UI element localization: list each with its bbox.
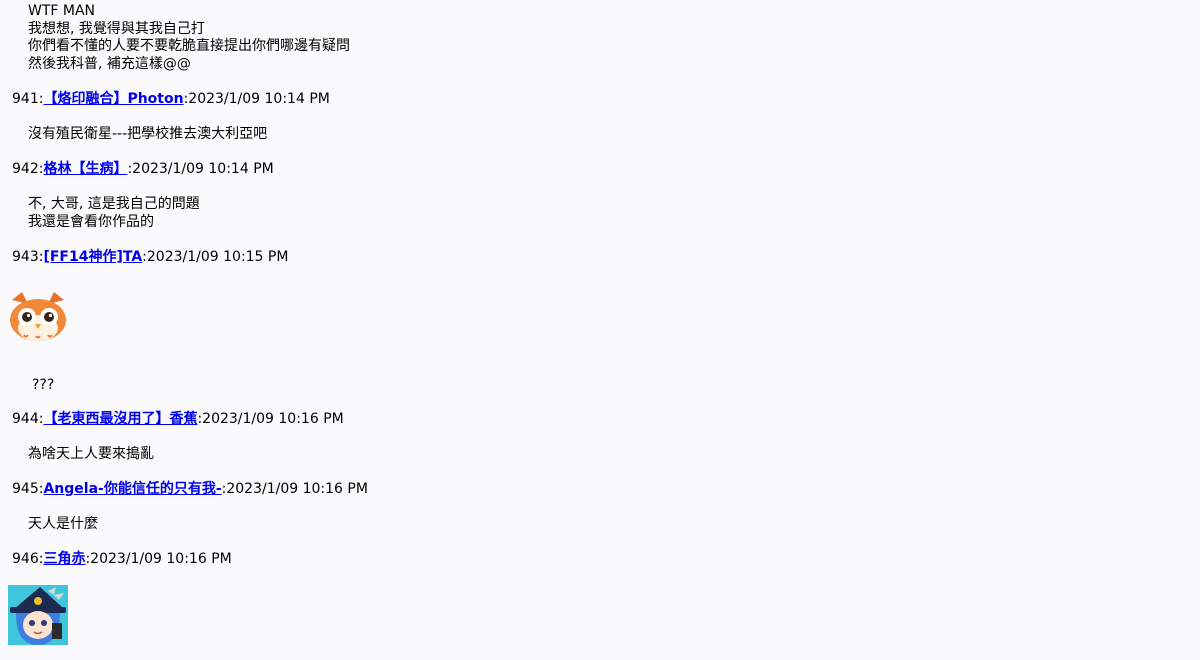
poster-name-link[interactable]: Angela-你能信任的只有我- (43, 481, 221, 497)
post-header: 944:【老東西最沒用了】香蕉:2023/1/09 10:16 PM (12, 411, 344, 428)
poster-name-link[interactable]: 三角赤 (43, 551, 85, 567)
post-header: 945:Angela-你能信任的只有我-:2023/1/09 10:16 PM (12, 481, 368, 498)
poster-name-link[interactable]: 格林【生病】 (43, 161, 127, 177)
post-header: 943:[FF14神作]TA:2023/1/09 10:15 PM (12, 249, 288, 266)
witch-girl-emoticon-icon (8, 585, 68, 645)
post-number: 944: (12, 411, 44, 427)
post-body: ??? (32, 377, 55, 393)
post-number: 943: (12, 249, 44, 265)
post-header: 941:【烙印融合】Photon:2023/1/09 10:14 PM (12, 91, 330, 108)
post-header: 946:三角赤:2023/1/09 10:16 PM (12, 551, 232, 568)
post-number: 946: (12, 551, 44, 567)
intro-line: 你們看不懂的人要不要乾脆直接提出你們哪邊有疑問 (28, 38, 350, 54)
owl-cat-emoticon-icon (10, 292, 66, 341)
post-header: 942:格林【生病】:2023/1/09 10:14 PM (12, 161, 274, 178)
intro-line: 然後我科普, 補充這樣@@ (28, 56, 191, 72)
post-body: 天人是什麼 (28, 516, 98, 532)
post-number: 945: (12, 481, 44, 497)
post-date: :2023/1/09 10:14 PM (127, 161, 274, 177)
post-body: 我還是會看你作品的 (28, 214, 154, 230)
post-number: 941: (12, 91, 44, 107)
post-body: 為啥天上人要來搗亂 (28, 446, 154, 462)
poster-name-link[interactable]: 【老東西最沒用了】香蕉 (43, 411, 197, 427)
post-date: :2023/1/09 10:16 PM (85, 551, 232, 567)
intro-line: WTF MAN (28, 3, 96, 19)
post-body: 沒有殖民衛星---把學校推去澳大利亞吧 (28, 126, 268, 142)
post-body: 不, 大哥, 這是我自己的問題 (28, 196, 200, 212)
intro-line: 我想想, 我覺得與其我自己打 (28, 21, 205, 37)
post-number: 942: (12, 161, 44, 177)
post-date: :2023/1/09 10:16 PM (197, 411, 344, 427)
poster-name-link[interactable]: 【烙印融合】Photon (43, 91, 183, 107)
post-date: :2023/1/09 10:15 PM (142, 249, 289, 265)
poster-name-link[interactable]: [FF14神作]TA (43, 249, 142, 265)
post-date: :2023/1/09 10:14 PM (183, 91, 330, 107)
post-date: :2023/1/09 10:16 PM (221, 481, 368, 497)
